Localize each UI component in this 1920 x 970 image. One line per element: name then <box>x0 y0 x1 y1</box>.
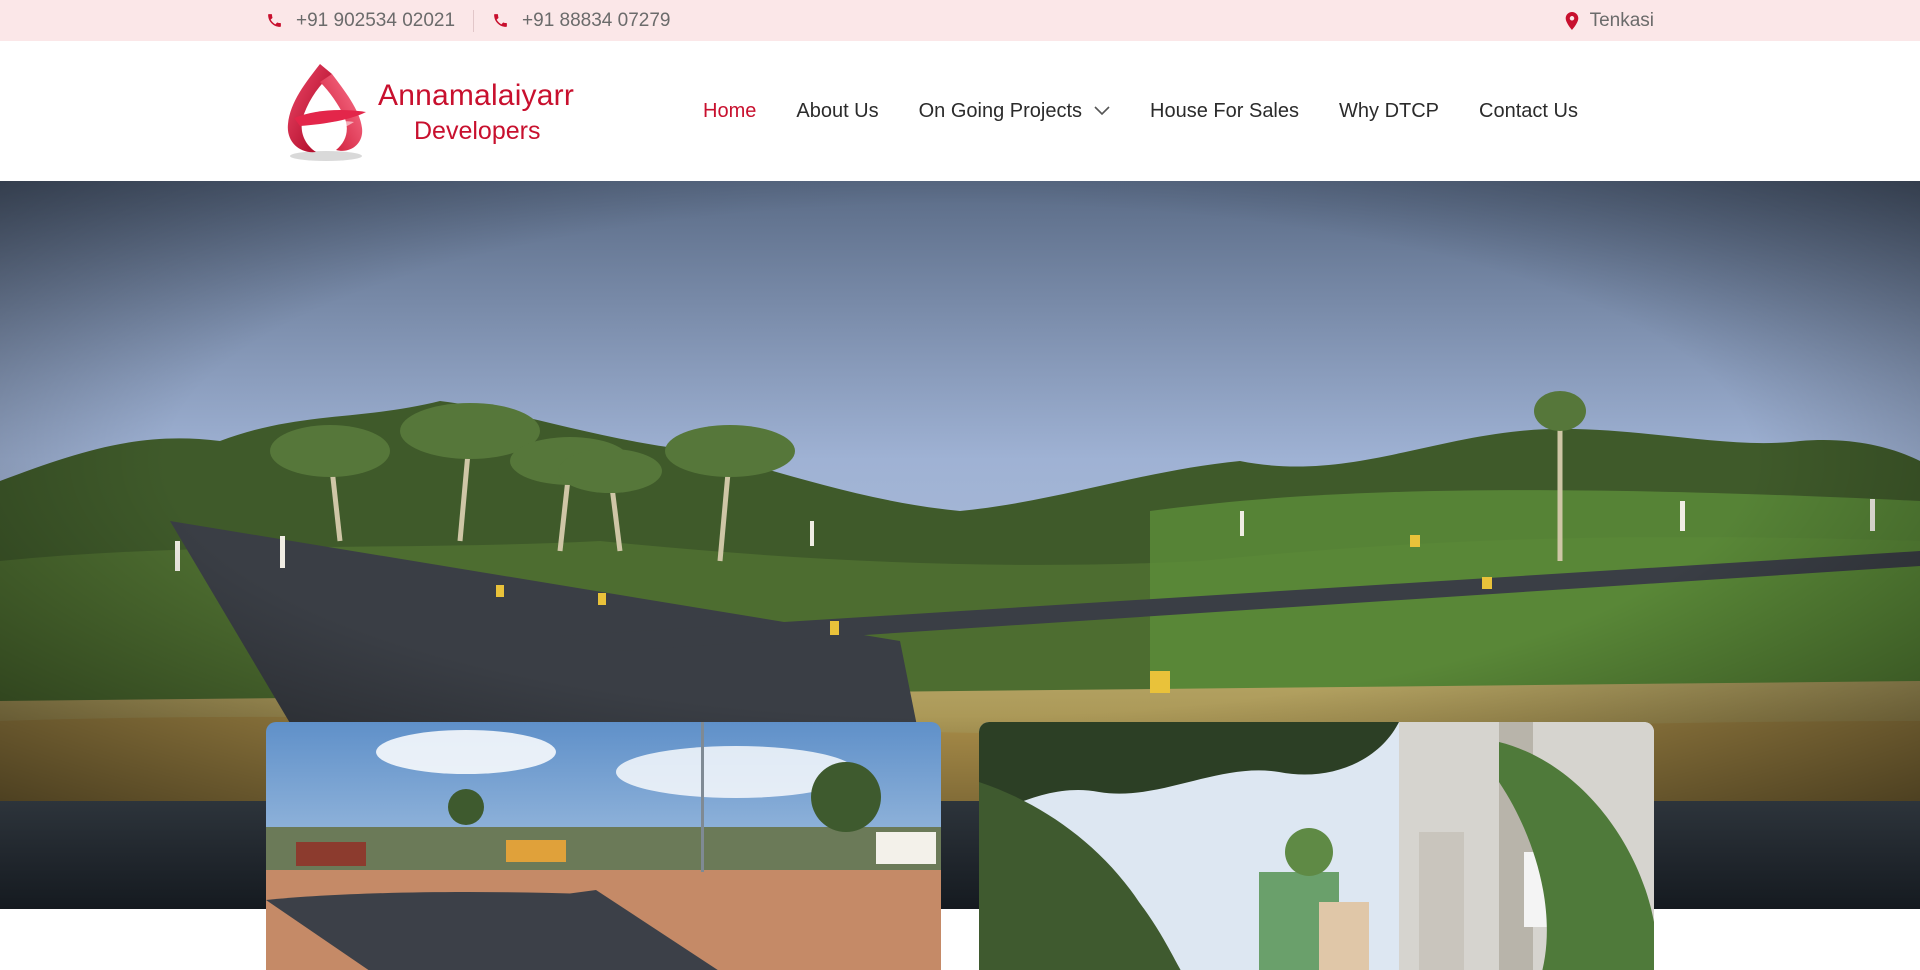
phone-contact-1[interactable]: +91 902534 02021 <box>266 10 455 32</box>
brand-name: Annamalaiyarr Developers <box>378 79 574 146</box>
nav-why-dtcp[interactable]: Why DTCP <box>1339 100 1439 123</box>
brand-name-line2: Developers <box>414 116 541 145</box>
location-pin-icon <box>1565 11 1578 30</box>
project-card-image-left[interactable] <box>266 722 941 970</box>
nav-home[interactable]: Home <box>703 100 756 123</box>
nav-house-for-sales[interactable]: House For Sales <box>1150 100 1299 123</box>
phone-icon <box>268 14 281 27</box>
phone-number-2: +91 88834 07279 <box>522 9 671 31</box>
nav-about-us[interactable]: About Us <box>796 100 878 123</box>
chevron-down-icon <box>1094 106 1110 116</box>
top-contact-bar: +91 902534 02021 +91 88834 07279 Tenkasi <box>0 0 1920 41</box>
site-header: Annamalaiyarr Developers Home About Us O… <box>0 41 1920 181</box>
brand-logo[interactable]: Annamalaiyarr Developers <box>280 57 574 167</box>
phone-number-1: +91 902534 02021 <box>296 9 456 31</box>
nav-contact-us[interactable]: Contact Us <box>1479 100 1578 123</box>
logo-mark-icon <box>287 64 366 161</box>
nav-ongoing-projects[interactable]: On Going Projects <box>919 100 1110 123</box>
phone-icon <box>494 14 507 27</box>
location-info: Tenkasi <box>1565 10 1654 32</box>
project-card-image-right[interactable] <box>979 722 1654 970</box>
nav-ongoing-projects-label: On Going Projects <box>918 99 1083 122</box>
location-text: Tenkasi <box>1589 9 1654 31</box>
brand-name-line1: Annamalaiyarr <box>378 78 575 112</box>
main-navigation: Home About Us On Going Projects House Fo… <box>703 41 1578 181</box>
phone-contact-2[interactable]: +91 88834 07279 <box>473 9 671 32</box>
